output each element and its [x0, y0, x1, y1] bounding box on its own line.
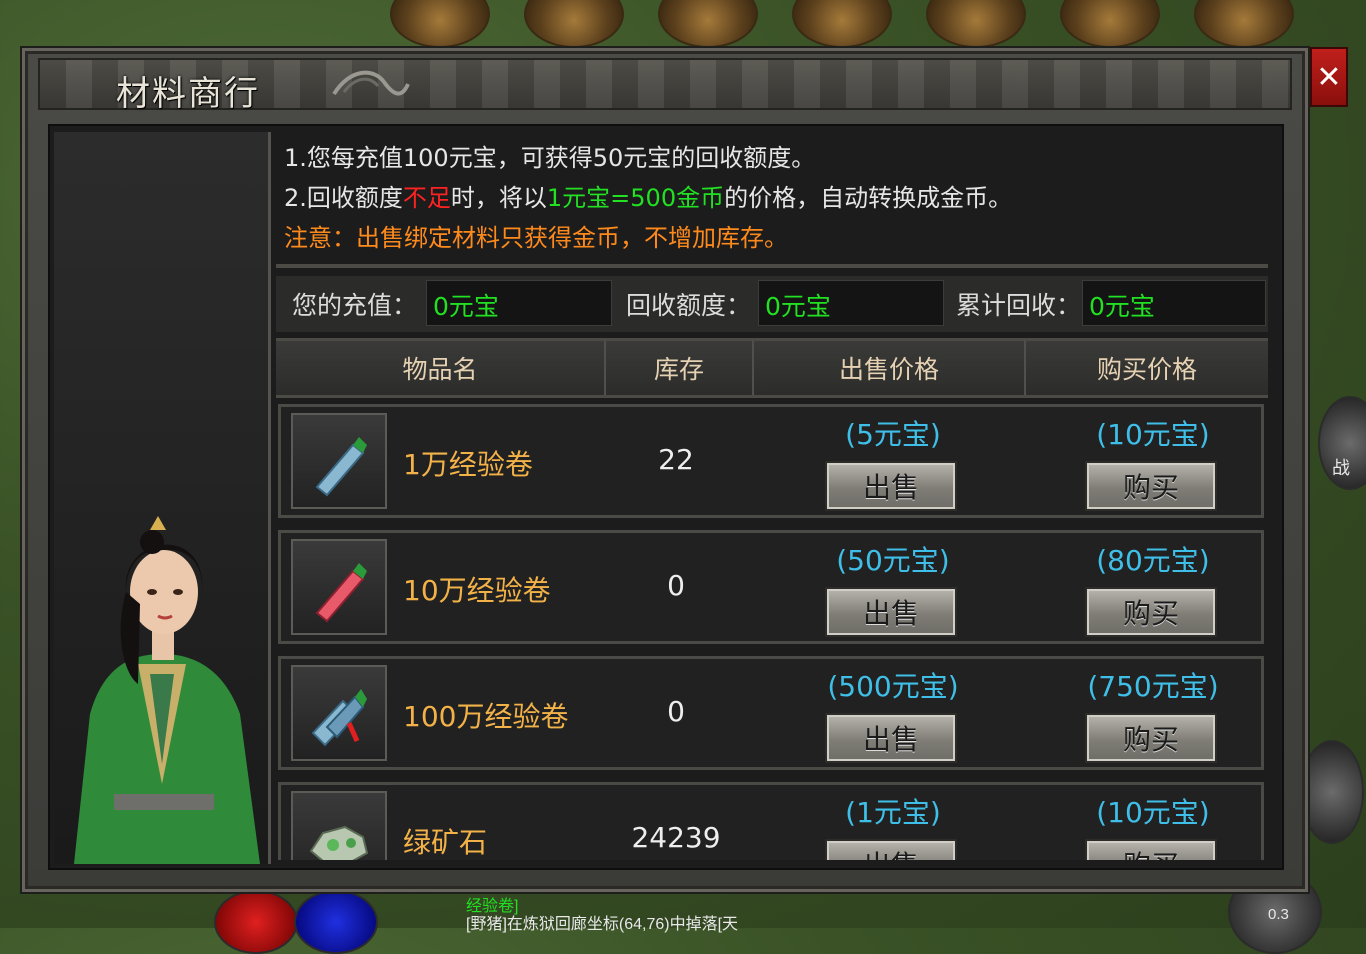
- gold-ingot-icon[interactable]: [1194, 0, 1294, 48]
- item-slot[interactable]: [291, 413, 387, 509]
- npc-portrait: [74, 516, 260, 864]
- quota-value: 0元宝: [758, 280, 944, 326]
- sell-price: (50元宝): [836, 544, 950, 577]
- table-row: 100万经验卷 0 (500元宝) 出售 (750元宝) 购买: [278, 656, 1264, 770]
- header-stock: 库存: [606, 341, 754, 395]
- sell-price: (5元宝): [845, 418, 941, 451]
- medal-icon[interactable]: [1060, 0, 1160, 48]
- header-buy-price: 购买价格: [1096, 355, 1197, 384]
- side-button-label: 战: [1332, 458, 1350, 478]
- table-row: 1万经验卷 22 (5元宝) 出售 (10元宝) 购买: [278, 404, 1264, 518]
- table-row: 10万经验卷 0 (50元宝) 出售 (80元宝) 购买: [278, 530, 1264, 644]
- close-button[interactable]: ✕: [1310, 47, 1348, 107]
- buy-button[interactable]: 购买: [1085, 461, 1217, 511]
- notice-line-3: 注意：出售绑定材料只获得金币，不增加库存。: [284, 224, 788, 252]
- sell-button[interactable]: 出售: [825, 713, 957, 763]
- sell-price: (500元宝): [827, 670, 959, 703]
- recharge-label: 您的充值：: [292, 291, 418, 320]
- item-slot[interactable]: [291, 791, 387, 860]
- sell-button[interactable]: 出售: [825, 839, 957, 860]
- buy-price: (10元宝): [1096, 418, 1210, 451]
- table-header: 物品名 库存 出售价格 购买价格: [276, 338, 1268, 398]
- dragon-ornament-icon: [332, 70, 410, 96]
- stats-row: 您的充值： 0元宝 回收额度： 0元宝 累计回收： 0元宝: [276, 276, 1268, 332]
- item-slot[interactable]: [291, 539, 387, 635]
- notice-line-2: 2.回收额度不足时，将以1元宝=500金币的价格，自动转换成金币。: [284, 184, 1013, 212]
- item-stock: 0: [667, 569, 685, 602]
- hp-orb: [214, 890, 298, 954]
- buy-price: (80元宝): [1096, 544, 1210, 577]
- chat-line-2: [野猪]在炼狱回廊坐标(64,76)中掉落[天: [466, 916, 739, 933]
- divider: [276, 264, 1268, 268]
- notice-text: 1.您每充值100元宝，可获得50元宝的回收额度。 2.回收额度不足时，将以1元…: [284, 138, 1012, 258]
- top-menu-icon-4[interactable]: [792, 0, 892, 48]
- recharge-value: 0元宝: [426, 280, 612, 326]
- header-item-name: 物品名: [276, 341, 606, 395]
- title-bar[interactable]: 材料商行: [38, 58, 1292, 114]
- green-ore-icon: [309, 825, 369, 860]
- top-menu-icon-1[interactable]: [390, 0, 490, 48]
- item-slot[interactable]: [291, 665, 387, 761]
- sell-price: (1元宝): [845, 796, 941, 829]
- mp-orb: [294, 890, 378, 954]
- npc-portrait-panel: [54, 132, 271, 864]
- red-scroll-icon: [315, 563, 367, 623]
- buy-price: (10元宝): [1096, 796, 1210, 829]
- buy-button[interactable]: 购买: [1085, 713, 1217, 763]
- item-stock: 22: [658, 443, 694, 476]
- side-battle-button[interactable]: 战: [1318, 396, 1366, 490]
- buy-button[interactable]: 购买: [1085, 839, 1217, 860]
- blue-scroll-icon: [315, 437, 367, 497]
- close-icon: ✕: [1316, 59, 1342, 95]
- notice-line-1: 1.您每充值100元宝，可获得50元宝的回收额度。: [284, 144, 816, 172]
- total-value: 0元宝: [1082, 280, 1266, 326]
- top-menu-icon-3[interactable]: [658, 0, 758, 48]
- item-name: 绿矿石: [403, 826, 488, 859]
- item-stock: 0: [667, 695, 685, 728]
- table-row: 绿矿石 24239 (1元宝) 出售 (10元宝) 购买: [278, 782, 1264, 860]
- top-menu-icon-2[interactable]: [524, 0, 624, 48]
- blue-scroll-bundle-icon: [311, 689, 367, 747]
- sell-button[interactable]: 出售: [825, 587, 957, 637]
- item-stock: 24239: [631, 821, 721, 854]
- item-list[interactable]: 1万经验卷 22 (5元宝) 出售 (10元宝) 购买 10万经验卷 0 (50…: [276, 400, 1268, 860]
- item-name: 1万经验卷: [403, 448, 533, 481]
- gift-box-icon[interactable]: [926, 0, 1026, 48]
- header-sell-price: 出售价格: [754, 341, 1026, 395]
- total-label: 累计回收：: [956, 291, 1082, 320]
- buy-button[interactable]: 购买: [1085, 587, 1217, 637]
- window-title: 材料商行: [116, 74, 260, 114]
- buy-price: (750元宝): [1087, 670, 1219, 703]
- sell-button[interactable]: 出售: [825, 461, 957, 511]
- item-name: 10万经验卷: [403, 574, 551, 607]
- quota-label: 回收额度：: [626, 291, 752, 320]
- item-name: 100万经验卷: [403, 700, 569, 733]
- version-label: 0.3: [1268, 906, 1289, 923]
